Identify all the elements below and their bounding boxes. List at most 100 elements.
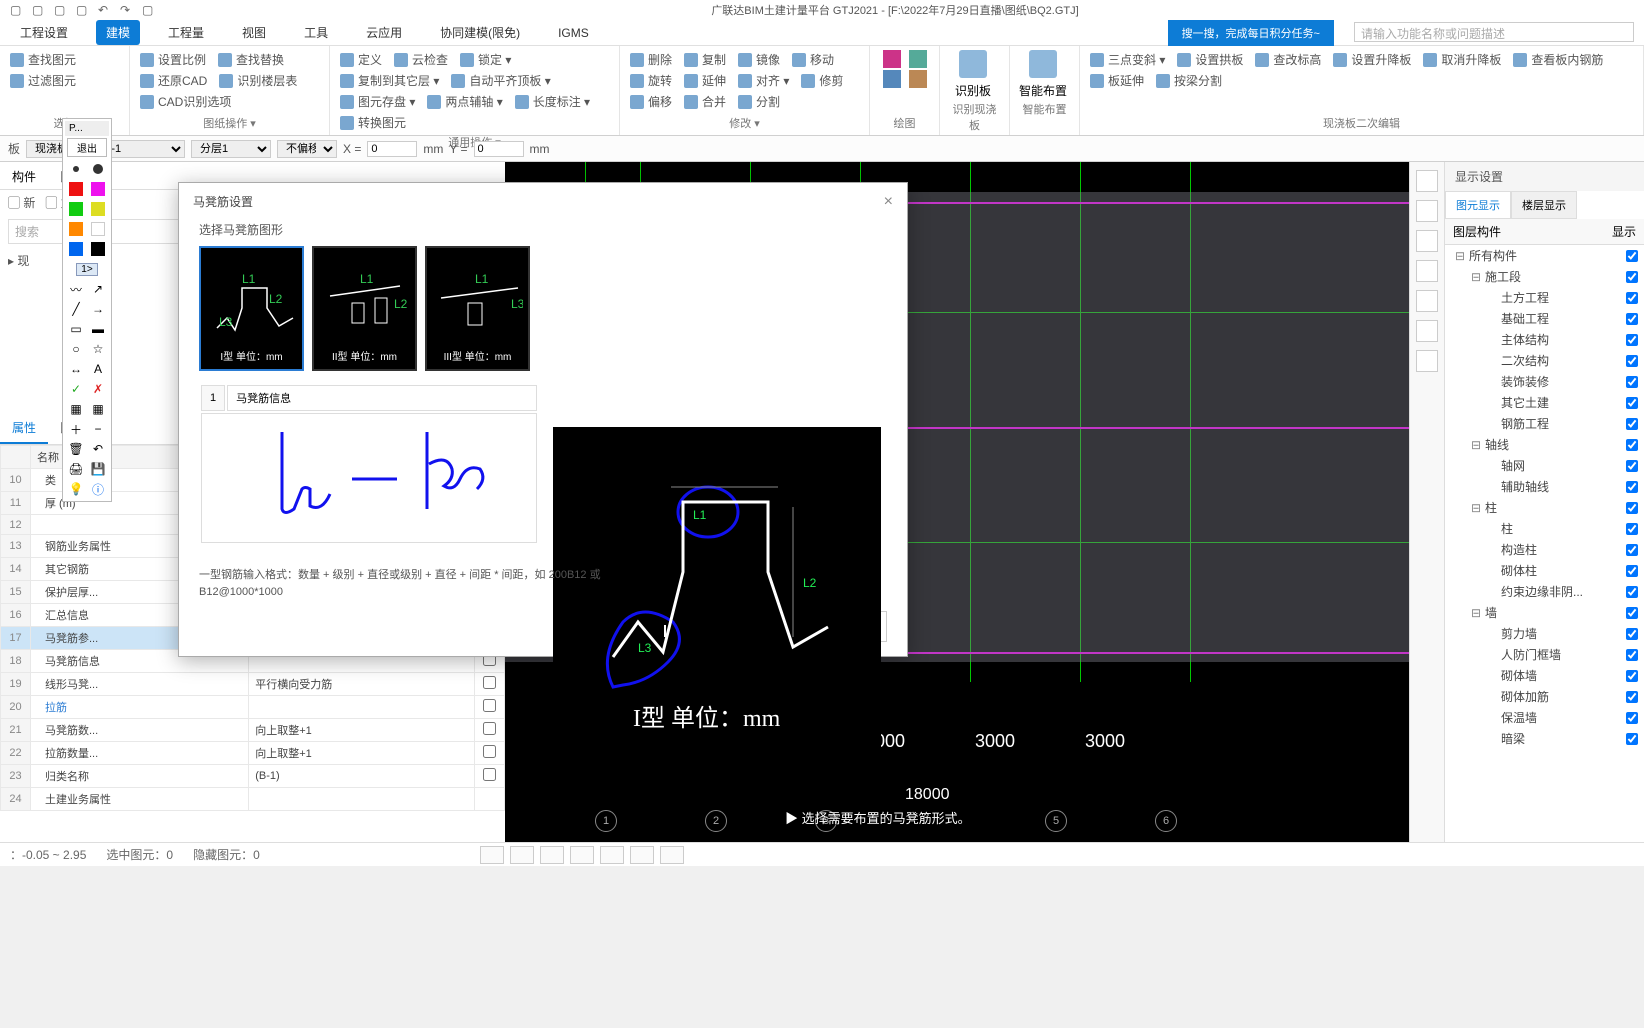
ortho-tool-icon[interactable] (540, 846, 564, 864)
three-point-slope-button[interactable]: 三点变斜 ▾ (1088, 50, 1167, 69)
menu-igms[interactable]: IGMS (548, 22, 599, 44)
cancel-lift-button[interactable]: 取消升降板 (1421, 50, 1503, 69)
cloud-check-button[interactable]: 云检查 (392, 50, 450, 69)
layer-tree-item[interactable]: 轴网 (1445, 455, 1644, 476)
layer-tree-item[interactable]: 构造柱 (1445, 539, 1644, 560)
layer-tree-item[interactable]: 主体结构 (1445, 329, 1644, 350)
merge-button[interactable]: 合并 (682, 92, 728, 111)
layer-tree-item[interactable]: 钢筋工程 (1445, 413, 1644, 434)
layer-tree-item[interactable]: 保温墙 (1445, 707, 1644, 728)
layer-tree-item[interactable]: ⊟柱 (1445, 497, 1644, 518)
mirror-button[interactable]: 镜像 (736, 50, 782, 69)
color-blue[interactable] (69, 242, 83, 256)
copy-layer-button[interactable]: 复制到其它层 ▾ (338, 71, 441, 90)
menu-quantity[interactable]: 工程量 (158, 20, 214, 45)
qat-icon[interactable]: ▢ (76, 3, 90, 17)
grid1-icon[interactable]: ▦ (65, 399, 87, 419)
layer-tree-item[interactable]: 砌体加筋 (1445, 686, 1644, 707)
qat-icon[interactable]: ↶ (98, 3, 112, 17)
save-element-button[interactable]: 图元存盘 ▾ (338, 92, 417, 111)
copy-button[interactable]: 复制 (682, 50, 728, 69)
line-tool-icon[interactable]: ╱ (65, 299, 87, 319)
find-replace-button[interactable]: 查找替换 (216, 50, 286, 69)
color-yellow[interactable] (91, 202, 105, 216)
offset-button[interactable]: 偏移 (628, 92, 674, 111)
line-tool-icon[interactable] (570, 846, 594, 864)
split-button[interactable]: 分割 (736, 92, 782, 111)
cad-options-button[interactable]: CAD识别选项 (138, 92, 233, 111)
qat-icon[interactable]: ▢ (142, 3, 156, 17)
align-top-button[interactable]: 自动平齐顶板 ▾ (449, 71, 552, 90)
smart-layout-button[interactable]: 智能布置 (1018, 50, 1068, 99)
qat-icon[interactable]: ▢ (10, 3, 24, 17)
layer-tree-item[interactable]: ⊟施工段 (1445, 266, 1644, 287)
lock-button[interactable]: 锁定 ▾ (458, 50, 513, 69)
view-layers-icon[interactable] (1416, 350, 1438, 372)
snap-tool-icon[interactable] (480, 846, 504, 864)
layer-tree-item[interactable]: 土方工程 (1445, 287, 1644, 308)
close-icon[interactable]: × (884, 193, 893, 211)
overlap-tool-icon[interactable] (630, 846, 654, 864)
property-row[interactable]: 24土建业务属性 (1, 788, 505, 811)
layer-tree-item[interactable]: 砌体墙 (1445, 665, 1644, 686)
restore-cad-button[interactable]: 还原CAD (138, 71, 209, 90)
rect-tool-icon[interactable]: ▭ (65, 319, 87, 339)
menu-project-settings[interactable]: 工程设置 (10, 20, 78, 45)
menu-view[interactable]: 视图 (232, 20, 276, 45)
split-by-beam-button[interactable]: 按梁分割 (1154, 71, 1224, 90)
grid-tool-icon[interactable] (510, 846, 534, 864)
tab-components[interactable]: 构件 (0, 162, 48, 189)
check-elevation-button[interactable]: 查改标高 (1253, 50, 1323, 69)
dot-large-icon[interactable] (93, 164, 103, 174)
layer-tree-item[interactable]: 砌体柱 (1445, 560, 1644, 581)
view-cube-icon[interactable] (1416, 230, 1438, 252)
view-orbit-icon[interactable] (1416, 170, 1438, 192)
property-row[interactable]: 22拉筋数量...向上取整+1 (1, 742, 505, 765)
delete-button[interactable]: 删除 (628, 50, 674, 69)
tab-properties[interactable]: 属性 (0, 413, 48, 444)
plus-icon[interactable]: ＋ (65, 419, 87, 439)
qat-icon[interactable]: ▢ (32, 3, 46, 17)
color-green[interactable] (69, 202, 83, 216)
layer-tree-item[interactable]: ⊟轴线 (1445, 434, 1644, 455)
arch-slab-button[interactable]: 设置拱板 (1175, 50, 1245, 69)
move-button[interactable]: 移动 (790, 50, 836, 69)
floor-table-button[interactable]: 识别楼层表 (217, 71, 299, 90)
property-row[interactable]: 21马凳筋数...向上取整+1 (1, 719, 505, 742)
text-tool-icon[interactable]: A (87, 359, 109, 379)
view-select-icon[interactable] (1416, 290, 1438, 312)
view-3d-icon[interactable] (1416, 200, 1438, 222)
arrow2-tool-icon[interactable]: → (87, 299, 109, 319)
shape-option-3[interactable]: L1L3 III型 单位：mm (425, 246, 530, 371)
layer-tree-item[interactable]: 二次结构 (1445, 350, 1644, 371)
property-row[interactable]: 19线形马凳...平行横向受力筋 (1, 673, 505, 696)
layer-tree-item[interactable]: 柱 (1445, 518, 1644, 539)
filter-element-button[interactable]: 过滤图元 (8, 71, 78, 90)
layer-tree-item[interactable]: 人防门框墙 (1445, 644, 1644, 665)
palette-title[interactable]: P... (65, 121, 109, 136)
set-lift-button[interactable]: 设置升降板 (1331, 50, 1413, 69)
fillrect-tool-icon[interactable]: ▬ (87, 319, 109, 339)
two-point-axis-button[interactable]: 两点辅轴 ▾ (425, 92, 504, 111)
layer-tree-item[interactable]: 辅助轴线 (1445, 476, 1644, 497)
ellipse-tool-icon[interactable]: ○ (65, 339, 87, 359)
find-element-button[interactable]: 查找图元 (8, 50, 78, 69)
layer-tree-item[interactable]: 剪力墙 (1445, 623, 1644, 644)
check-icon[interactable]: ✓ (65, 379, 87, 399)
x-input[interactable] (367, 141, 417, 157)
view-rebar-button[interactable]: 查看板内钢筋 (1511, 50, 1605, 69)
dblarrow-tool-icon[interactable]: ↔ (65, 359, 87, 379)
color-orange[interactable] (69, 222, 83, 236)
rect-tool-icon[interactable] (909, 50, 927, 68)
property-row[interactable]: 20拉筋 (1, 696, 505, 719)
align-button[interactable]: 对齐 ▾ (736, 71, 791, 90)
tab-floor-display[interactable]: 楼层显示 (1511, 191, 1577, 219)
set-scale-button[interactable]: 设置比例 (138, 50, 208, 69)
menu-tools[interactable]: 工具 (294, 20, 338, 45)
promo-banner[interactable]: 搜一搜，完成每日积分任务~ (1168, 20, 1334, 46)
new-button[interactable]: ▢ 新 (8, 194, 35, 211)
point-tool-icon[interactable] (883, 50, 901, 68)
qat-icon[interactable]: ▢ (54, 3, 68, 17)
color-black[interactable] (91, 242, 105, 256)
minus-icon[interactable]: − (87, 419, 109, 439)
